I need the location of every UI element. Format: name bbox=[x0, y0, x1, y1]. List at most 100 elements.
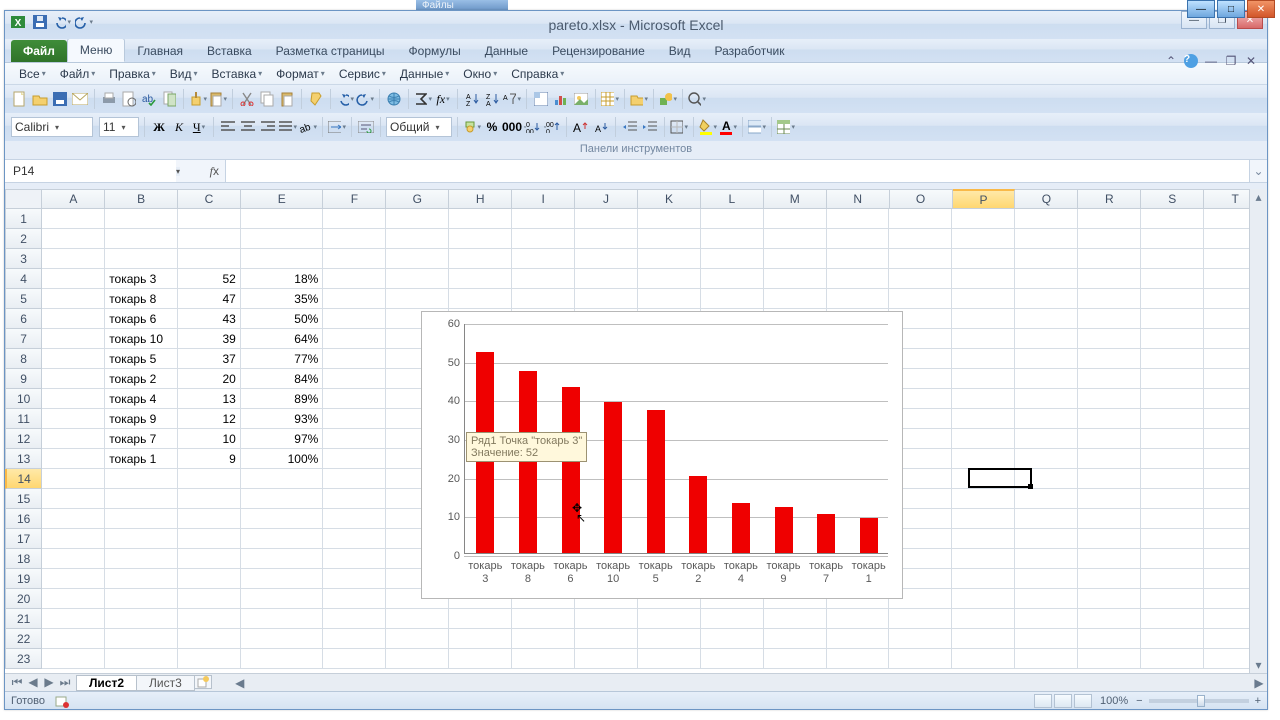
vertical-scrollbar[interactable]: ▴ ▾ bbox=[1249, 189, 1267, 673]
row-header[interactable]: 18 bbox=[5, 549, 42, 569]
cell[interactable] bbox=[449, 269, 512, 289]
cell[interactable] bbox=[105, 249, 178, 269]
cell[interactable] bbox=[952, 249, 1015, 269]
filter-sort-icon[interactable]: A▾ bbox=[503, 90, 521, 108]
cell[interactable] bbox=[952, 329, 1015, 349]
cell[interactable] bbox=[323, 249, 386, 269]
font-color-icon[interactable]: A▾ bbox=[719, 118, 737, 136]
cell[interactable] bbox=[178, 629, 241, 649]
row-header[interactable]: 7 bbox=[5, 329, 42, 349]
cell[interactable] bbox=[1141, 389, 1204, 409]
cell[interactable] bbox=[386, 649, 449, 669]
cell[interactable] bbox=[105, 509, 178, 529]
column-header[interactable]: Q bbox=[1015, 189, 1078, 209]
cell[interactable] bbox=[241, 609, 324, 629]
decrease-font-icon[interactable]: A bbox=[592, 118, 610, 136]
cell[interactable] bbox=[701, 269, 764, 289]
cell[interactable] bbox=[241, 549, 324, 569]
outer-minimize-button[interactable]: — bbox=[1187, 0, 1215, 18]
row-header[interactable]: 3 bbox=[5, 249, 42, 269]
cell[interactable] bbox=[42, 429, 105, 449]
cell[interactable] bbox=[105, 609, 178, 629]
cell[interactable] bbox=[1015, 229, 1078, 249]
cell[interactable] bbox=[241, 489, 324, 509]
cell[interactable] bbox=[889, 649, 952, 669]
cell[interactable] bbox=[1141, 629, 1204, 649]
bold-icon[interactable]: Ж bbox=[150, 118, 168, 136]
column-header[interactable]: M bbox=[764, 189, 827, 209]
menu-item[interactable]: Данные ▾ bbox=[394, 65, 455, 83]
cell[interactable] bbox=[178, 549, 241, 569]
cell[interactable] bbox=[105, 589, 178, 609]
cell[interactable] bbox=[1078, 609, 1141, 629]
cell[interactable] bbox=[1141, 249, 1204, 269]
cell[interactable] bbox=[1141, 229, 1204, 249]
cell[interactable] bbox=[764, 609, 827, 629]
cell[interactable] bbox=[952, 369, 1015, 389]
cell[interactable] bbox=[42, 409, 105, 429]
horizontal-scrollbar[interactable] bbox=[248, 676, 1251, 690]
sheet-nav-last-icon[interactable]: ⏭ bbox=[57, 675, 73, 690]
mdi-minimize-button[interactable]: — bbox=[1203, 53, 1219, 69]
cell[interactable] bbox=[42, 509, 105, 529]
justify-icon[interactable]: ▾ bbox=[279, 118, 297, 136]
hscroll-left-icon[interactable]: ◀ bbox=[232, 676, 248, 690]
redo-icon[interactable]: ▾ bbox=[75, 13, 93, 31]
copy-icon[interactable] bbox=[258, 90, 276, 108]
view-page-break-button[interactable] bbox=[1074, 694, 1092, 708]
cell[interactable] bbox=[889, 209, 952, 229]
cell[interactable] bbox=[1015, 389, 1078, 409]
cell[interactable] bbox=[386, 269, 449, 289]
cell[interactable] bbox=[42, 569, 105, 589]
cell[interactable] bbox=[386, 229, 449, 249]
menu-item[interactable]: Сервис ▾ bbox=[333, 65, 392, 83]
cell[interactable] bbox=[323, 589, 386, 609]
cell[interactable] bbox=[1015, 329, 1078, 349]
column-header[interactable]: O bbox=[890, 189, 953, 209]
cell[interactable]: токарь 10 bbox=[105, 329, 178, 349]
cell[interactable] bbox=[1141, 429, 1204, 449]
cell[interactable] bbox=[1078, 349, 1141, 369]
ribbon-tab[interactable]: Вставка bbox=[195, 40, 264, 62]
undo-large-icon[interactable]: ▾ bbox=[336, 90, 354, 108]
cell[interactable]: 100% bbox=[241, 449, 324, 469]
cell[interactable] bbox=[512, 649, 575, 669]
cell[interactable]: 35% bbox=[241, 289, 324, 309]
cell[interactable] bbox=[1015, 609, 1078, 629]
row-header[interactable]: 16 bbox=[5, 509, 42, 529]
cell[interactable] bbox=[952, 389, 1015, 409]
mdi-close-button[interactable]: ✕ bbox=[1243, 53, 1259, 69]
cell[interactable] bbox=[1141, 209, 1204, 229]
number-format-combo[interactable]: Общий▾ bbox=[386, 117, 452, 137]
cell[interactable] bbox=[449, 289, 512, 309]
menu-item[interactable]: Формат ▾ bbox=[270, 65, 331, 83]
cell[interactable]: токарь 8 bbox=[105, 289, 178, 309]
cell[interactable]: 84% bbox=[241, 369, 324, 389]
cell[interactable] bbox=[952, 569, 1015, 589]
row-header[interactable]: 1 bbox=[5, 209, 42, 229]
cell[interactable] bbox=[952, 549, 1015, 569]
cell[interactable] bbox=[1078, 249, 1141, 269]
cell[interactable]: токарь 9 bbox=[105, 409, 178, 429]
paste-icon[interactable]: ▾ bbox=[209, 90, 227, 108]
cell[interactable] bbox=[1015, 449, 1078, 469]
cell[interactable] bbox=[764, 649, 827, 669]
cell[interactable] bbox=[827, 289, 890, 309]
cell[interactable] bbox=[323, 329, 386, 349]
cell[interactable] bbox=[241, 629, 324, 649]
increase-decimal-icon[interactable]: ,0,00 bbox=[523, 118, 541, 136]
cell[interactable] bbox=[1141, 269, 1204, 289]
cell[interactable] bbox=[449, 609, 512, 629]
macro-record-icon[interactable] bbox=[53, 692, 71, 710]
cell[interactable] bbox=[42, 489, 105, 509]
cell[interactable] bbox=[575, 249, 638, 269]
sheet-nav-next-icon[interactable]: ▶ bbox=[41, 675, 57, 690]
column-header[interactable]: S bbox=[1141, 189, 1204, 209]
hscroll-right-icon[interactable]: ▶ bbox=[1251, 676, 1267, 690]
cell[interactable] bbox=[764, 229, 827, 249]
wrap-text-icon[interactable] bbox=[357, 118, 375, 136]
cell[interactable] bbox=[512, 209, 575, 229]
column-header[interactable]: J bbox=[575, 189, 638, 209]
cell[interactable] bbox=[512, 289, 575, 309]
column-header[interactable]: C bbox=[178, 189, 241, 209]
